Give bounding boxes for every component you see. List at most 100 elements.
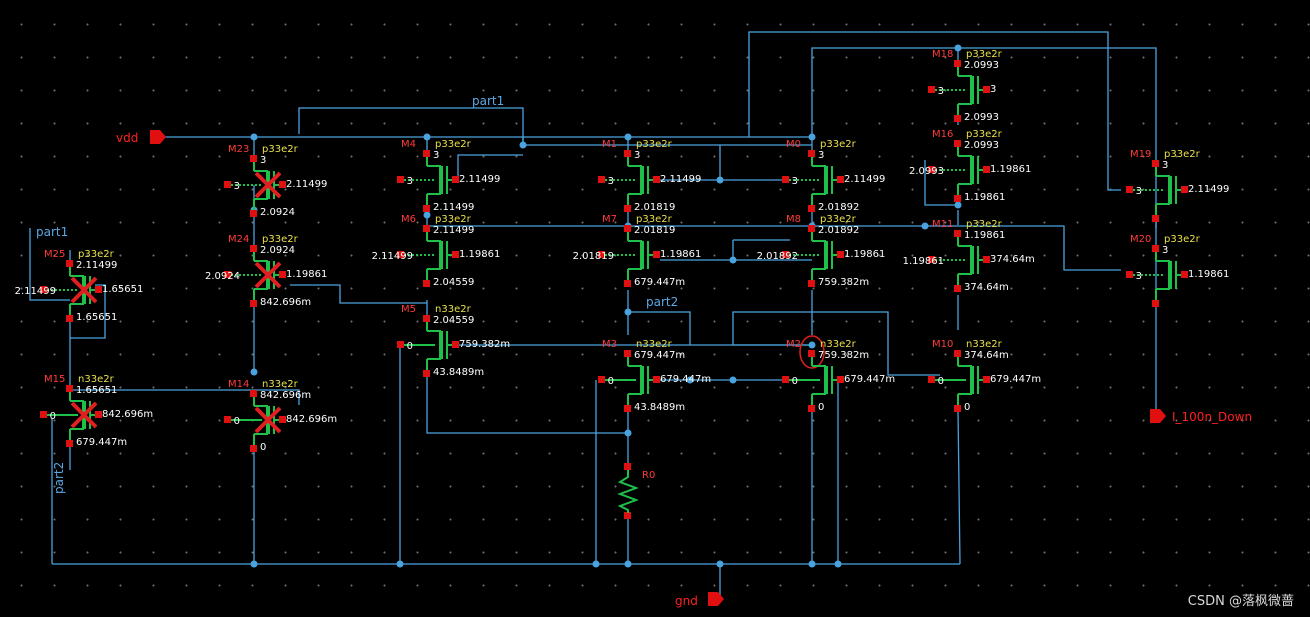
net-label-part2: part2 <box>646 295 678 309</box>
transistor-source-v: 842.696m <box>260 297 311 308</box>
transistor-gate-side-v: 1.19861 <box>1188 269 1229 280</box>
transistor-id-m6: M6 <box>401 214 416 225</box>
transistor-id-m1: M1 <box>602 139 617 150</box>
transistor-m4[interactable]: M4 p33e2r32.1149932.11499 <box>397 139 500 213</box>
transistor-drain-v: 3 <box>818 150 824 161</box>
transistor-m23[interactable]: M23 p33e2r32.1149932.0924 <box>224 144 327 218</box>
transistor-source-v: 2.01892 <box>818 202 859 213</box>
transistor-gate-side-v: 2.11499 <box>660 174 701 185</box>
transistor-model-m20: p33e2r <box>1164 234 1201 245</box>
transistor-source-v: 2.11499 <box>433 202 474 213</box>
transistor-gate-v: 3 <box>234 181 240 192</box>
transistor-m3[interactable]: M3 n33e2r679.447m679.447m043.8489m <box>598 339 711 413</box>
transistor-m0[interactable]: M0 p33e2r32.1149932.01892 <box>782 139 885 213</box>
pin-gnd-label: gnd <box>675 594 698 608</box>
transistor-source-v: 1.19861 <box>964 192 1005 203</box>
transistor-gate-side-v: 759.382m <box>459 339 510 350</box>
transistor-id-m0: M0 <box>786 139 801 150</box>
transistor-model-m24: p33e2r <box>262 234 299 245</box>
transistor-gate-v: 0 <box>608 376 614 387</box>
junction-dots <box>250 44 962 568</box>
transistor-m10[interactable]: M10 n33e2r374.64m 679.447m 0 0 <box>928 339 1041 413</box>
transistor-gate-side-v: 1.19861 <box>459 249 500 260</box>
transistor-gate-side-v: 2.11499 <box>286 179 327 190</box>
transistor-m20[interactable]: M20 p33e2r31.198613 <box>1126 234 1229 307</box>
transistor-id-m11: M11 <box>932 219 953 230</box>
pin-vdd-label: vdd <box>116 131 138 145</box>
transistor-id-m8: M8 <box>786 214 801 225</box>
transistor-model-m25: p33e2r <box>78 249 115 260</box>
transistor-id-m25: M25 <box>44 249 65 260</box>
transistor-gate-side-v: 1.19861 <box>286 269 327 280</box>
pin-vdd[interactable]: vdd <box>116 130 166 145</box>
transistor-gate-v: 0 <box>50 411 56 422</box>
transistor-source-v: 0 <box>818 402 824 413</box>
transistor-m24[interactable]: M24 p33e2r2.09241.198612.0924842.696m <box>205 234 327 308</box>
pin-out[interactable]: I_100n_Down <box>1150 409 1252 424</box>
transistor-id-m2: M2 <box>786 339 801 350</box>
transistor-drain-v: 1.19861 <box>964 230 1005 241</box>
transistor-gate-side-v: 1.65651 <box>102 284 143 295</box>
transistor-drain-v: 2.11499 <box>433 225 474 236</box>
pin-gnd[interactable]: gnd <box>675 592 724 608</box>
transistor-model-m19: p33e2r <box>1164 149 1201 160</box>
transistor-m1[interactable]: M1 p33e2r32.1149932.01819 <box>598 139 701 213</box>
transistor-m19[interactable]: M19 p33e2r32.114993 <box>1126 149 1229 222</box>
transistor-gate-side-v: 1.19861 <box>660 249 701 260</box>
transistor-gate-v: 0 <box>407 341 413 352</box>
transistor-source-v: 2.0924 <box>260 207 295 218</box>
transistor-id-m19: M19 <box>1130 149 1151 160</box>
transistor-gate-v: 2.0993 <box>909 166 944 177</box>
transistor-m6[interactable]: M6 p33e2r2.114991.198612.114992.04559 <box>372 214 501 288</box>
transistor-id-m3: M3 <box>602 339 617 350</box>
transistor-gate-v: 3 <box>938 86 944 97</box>
transistor-model-m23: p33e2r <box>262 144 299 155</box>
transistor-drain-v: 679.447m <box>634 350 685 361</box>
transistor-model-m16: p33e2r <box>966 129 1003 140</box>
transistor-id-m14: M14 <box>228 379 249 390</box>
transistor-id-m24: M24 <box>228 234 249 245</box>
transistor-gate-side-v: 679.447m <box>844 374 895 385</box>
transistor-m11[interactable]: M11 p33e2r1.19861374.64m1.19861374.64m <box>903 219 1035 293</box>
transistor-drain-v: 842.696m <box>260 390 311 401</box>
transistor-model-m4: p33e2r <box>435 139 472 150</box>
transistor-id-m20: M20 <box>1130 234 1151 245</box>
transistor-id-m23: M23 <box>228 144 249 155</box>
transistor-source-v: 2.0993 <box>964 112 999 123</box>
transistor-model-m0: p33e2r <box>820 139 857 150</box>
transistor-source-v: 0 <box>964 402 970 413</box>
transistor-m5[interactable]: M5 n33e2r2.04559 759.382m 0 43.8489m <box>397 304 510 378</box>
transistor-gate-side-v: 679.447m <box>660 374 711 385</box>
transistor-m8[interactable]: M8 p33e2r2.018921.198612.01892759.382m <box>757 214 886 288</box>
transistor-drain-v: 3 <box>1162 245 1168 256</box>
devices: M23 p33e2r32.1149932.0924M24 p33e2r2.09241… <box>15 49 1230 453</box>
resistor-r0-label: R0 <box>642 470 655 481</box>
transistor-m15[interactable]: M15 n33e2r1.65651 842.696m 0 679.447m <box>40 374 153 448</box>
transistor-drain-v: 2.11499 <box>76 260 117 271</box>
transistor-source-v: 2.04559 <box>433 277 474 288</box>
transistor-m18[interactable]: M18 p33e2r2.0993332.0993 <box>928 49 1003 123</box>
schematic-canvas[interactable]: vdd gnd I_100n_Down part1 part1 part2 pa… <box>0 0 1310 617</box>
transistor-m16[interactable]: M16 p33e2r2.09931.198612.09931.19861 <box>909 129 1031 203</box>
transistor-gate-side-v: 1.19861 <box>844 249 885 260</box>
net-label-part1: part1 <box>472 94 504 108</box>
transistor-drain-v: 1.65651 <box>76 385 117 396</box>
transistor-model-m5: n33e2r <box>435 304 472 315</box>
transistor-id-m7: M7 <box>602 214 617 225</box>
transistor-gate-v: 2.11499 <box>372 251 413 262</box>
transistor-m7[interactable]: M7 p33e2r2.018191.198612.01819679.447m <box>573 214 702 288</box>
transistor-id-m16: M16 <box>932 129 953 140</box>
transistor-source-v: 679.447m <box>634 277 685 288</box>
transistor-drain-v: 2.0993 <box>964 140 999 151</box>
transistor-gate-side-v: 2.11499 <box>844 174 885 185</box>
transistor-gate-v: 0 <box>234 416 240 427</box>
transistor-drain-v: 2.0993 <box>964 60 999 71</box>
transistor-gate-v: 0 <box>792 376 798 387</box>
transistor-drain-v: 3 <box>260 155 266 166</box>
transistor-source-v: 1.65651 <box>76 312 117 323</box>
transistor-model-m15: n33e2r <box>78 374 115 385</box>
transistor-gate-v: 2.01892 <box>757 251 798 262</box>
resistor-r0[interactable]: R0 <box>617 463 655 519</box>
transistor-source-v: 0 <box>260 442 266 453</box>
transistor-m25[interactable]: M25 p33e2r2.114991.656512.114991.65651 <box>15 249 144 323</box>
